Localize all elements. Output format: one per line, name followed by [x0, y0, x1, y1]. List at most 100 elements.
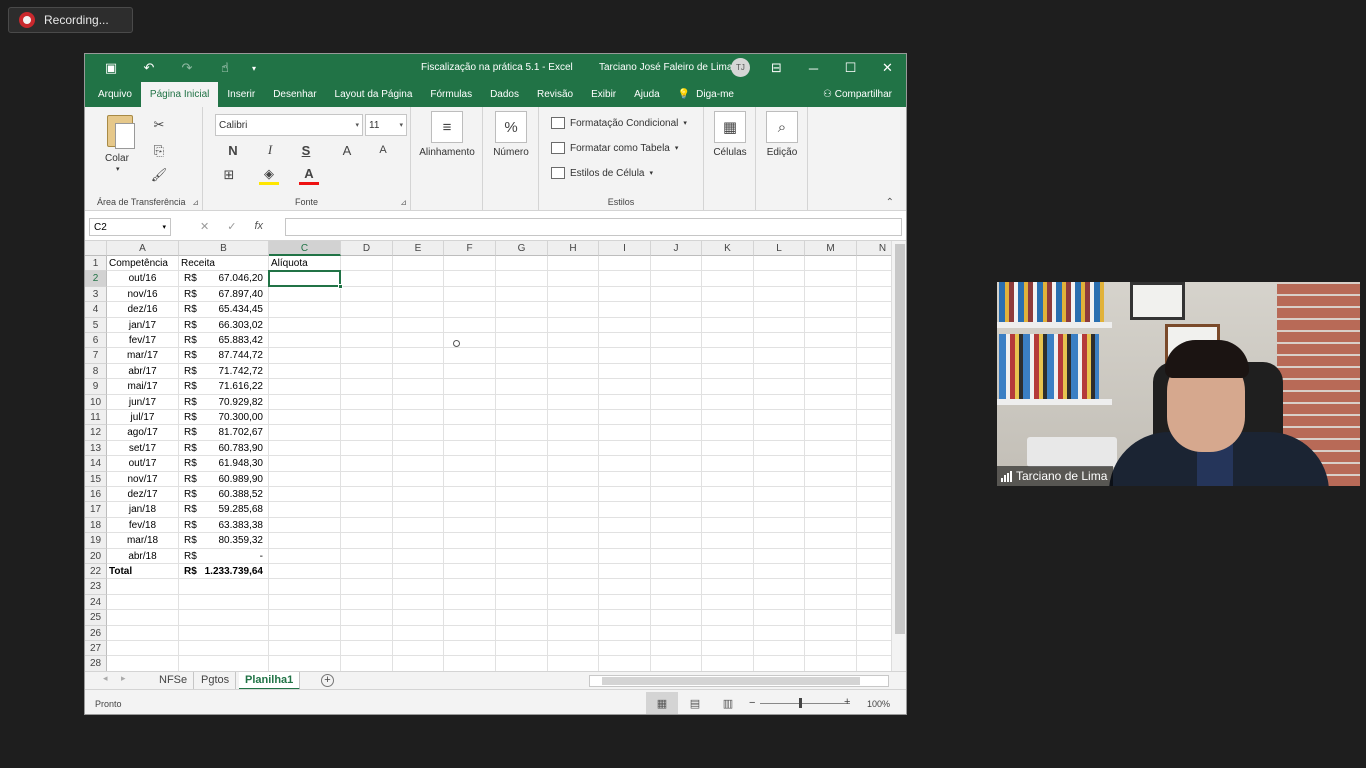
cell-d24[interactable]	[341, 594, 393, 611]
cell-c28[interactable]	[269, 656, 341, 671]
cell-m10[interactable]	[805, 394, 857, 410]
cell-a26[interactable]	[107, 625, 179, 641]
formula-input[interactable]	[285, 218, 902, 236]
page-layout-view-icon[interactable]: ▤	[679, 692, 711, 714]
cell-m5[interactable]	[805, 317, 857, 333]
zoom-in-icon[interactable]: +	[844, 696, 850, 708]
cell-d18[interactable]	[341, 517, 393, 534]
cell-f2[interactable]	[444, 271, 496, 287]
cell-c25[interactable]	[269, 610, 341, 626]
cell-d2[interactable]	[341, 271, 393, 287]
cell-c8[interactable]	[269, 363, 341, 380]
cell-k15[interactable]	[702, 471, 754, 487]
cell-d6[interactable]	[341, 333, 393, 349]
cell-m12[interactable]	[805, 425, 857, 441]
cell-e4[interactable]	[393, 302, 444, 318]
cell-a22[interactable]: Total	[107, 564, 179, 580]
cell-b15[interactable]: R$ 60.989,90	[179, 471, 269, 487]
cell-a2[interactable]: out/16	[107, 271, 179, 287]
cell-i10[interactable]	[599, 394, 651, 410]
cell-g4[interactable]	[496, 302, 548, 318]
cell-a14[interactable]: out/17	[107, 456, 179, 472]
cell-styles-button[interactable]: Estilos de Célula ▾	[551, 167, 653, 179]
row-header[interactable]: 12	[85, 425, 107, 441]
cell-b27[interactable]	[179, 641, 269, 657]
cell-k5[interactable]	[702, 317, 754, 333]
cell-g15[interactable]	[496, 471, 548, 487]
number-button[interactable]: % Número	[489, 111, 533, 158]
cell-g10[interactable]	[496, 394, 548, 410]
cell-i13[interactable]	[599, 440, 651, 457]
cell-c27[interactable]	[269, 641, 341, 657]
cell-h20[interactable]	[548, 548, 599, 564]
cell-h15[interactable]	[548, 471, 599, 487]
cell-n18[interactable]	[857, 518, 891, 534]
cell-g8[interactable]	[496, 363, 548, 380]
cell-c24[interactable]	[269, 594, 341, 611]
paste-button[interactable]: Colar	[105, 153, 129, 164]
cell-e17[interactable]	[393, 502, 444, 518]
cell-m6[interactable]	[805, 333, 857, 349]
cell-f4[interactable]	[444, 302, 496, 318]
cell-i28[interactable]	[599, 656, 651, 671]
cell-n12[interactable]	[857, 425, 891, 441]
font-color-button[interactable]: A	[299, 165, 319, 185]
cell-c22[interactable]	[269, 564, 341, 580]
cell-l8[interactable]	[754, 363, 805, 380]
cell-f15[interactable]	[444, 471, 496, 487]
cell-k2[interactable]	[702, 271, 754, 287]
cell-k9[interactable]	[702, 379, 754, 395]
column-header-f[interactable]: F	[444, 241, 496, 256]
cell-e14[interactable]	[393, 456, 444, 472]
cell-a7[interactable]: mar/17	[107, 348, 179, 364]
row-header[interactable]: 27	[85, 641, 107, 657]
clipboard-launcher-icon[interactable]: ⊿	[192, 198, 199, 207]
cell-f20[interactable]	[444, 548, 496, 564]
cell-m17[interactable]	[805, 502, 857, 518]
cell-b28[interactable]	[179, 656, 269, 671]
cell-f7[interactable]	[444, 348, 496, 364]
cell-d25[interactable]	[341, 610, 393, 626]
cell-h2[interactable]	[548, 271, 599, 287]
enter-icon[interactable]: ✓	[227, 220, 236, 233]
cell-j25[interactable]	[651, 610, 702, 626]
cell-e6[interactable]	[393, 333, 444, 349]
row-header[interactable]: 8	[85, 363, 107, 380]
row-header[interactable]: 3	[85, 286, 107, 303]
cell-g27[interactable]	[496, 641, 548, 657]
redo-icon[interactable]: ↷	[168, 54, 206, 82]
cell-n8[interactable]	[857, 364, 891, 380]
tab-dados[interactable]: Dados	[481, 82, 528, 107]
cell-k10[interactable]	[702, 394, 754, 410]
cell-j2[interactable]	[651, 271, 702, 287]
cell-g3[interactable]	[496, 286, 548, 303]
ribbon-display-icon[interactable]: ⊟	[758, 54, 795, 82]
cell-a5[interactable]: jan/17	[107, 317, 179, 333]
cell-d5[interactable]	[341, 317, 393, 333]
cell-g13[interactable]	[496, 440, 548, 457]
row-header[interactable]: 23	[85, 579, 107, 595]
save-icon[interactable]: ▣	[92, 54, 130, 82]
cell-l18[interactable]	[754, 517, 805, 534]
cell-i1[interactable]	[599, 256, 651, 272]
cell-f3[interactable]	[444, 286, 496, 303]
cell-j1[interactable]	[651, 256, 702, 272]
cell-i27[interactable]	[599, 641, 651, 657]
tab-desenhar[interactable]: Desenhar	[264, 82, 325, 107]
cell-e16[interactable]	[393, 487, 444, 503]
cell-m9[interactable]	[805, 379, 857, 395]
cell-m3[interactable]	[805, 286, 857, 303]
cell-g20[interactable]	[496, 548, 548, 564]
cell-l24[interactable]	[754, 594, 805, 611]
cell-k24[interactable]	[702, 594, 754, 611]
cell-d13[interactable]	[341, 440, 393, 457]
cell-k23[interactable]	[702, 579, 754, 595]
cell-m13[interactable]	[805, 440, 857, 457]
editing-button[interactable]: ⌕ Edição	[762, 111, 802, 158]
cell-m28[interactable]	[805, 656, 857, 671]
cell-j5[interactable]	[651, 317, 702, 333]
cell-m27[interactable]	[805, 641, 857, 657]
shrink-font-button[interactable]: A	[373, 140, 393, 160]
cell-h19[interactable]	[548, 533, 599, 549]
cell-h25[interactable]	[548, 610, 599, 626]
